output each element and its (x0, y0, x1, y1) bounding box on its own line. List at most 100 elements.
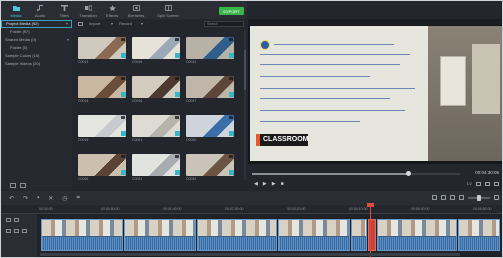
snapshot-icon[interactable] (476, 181, 481, 186)
track-header-row (1, 214, 37, 225)
previous-frame-icon[interactable]: ◀ (254, 181, 258, 187)
media-thumbnail[interactable]: C0012 (186, 37, 234, 64)
search-placeholder: Search (207, 21, 219, 26)
board-line (260, 110, 405, 111)
top-toolbar: Media Audio Titles Transition Effects El… (1, 1, 247, 19)
quality-ratio[interactable]: 1/2 (466, 181, 472, 186)
play-icon[interactable]: ▶ (263, 181, 267, 187)
timeline-ruler[interactable]: 00:00:00 00:00:50:00 00:01:40:00 00:02:30:0… (1, 205, 502, 214)
ruler-tick: 00:00:00 (39, 207, 53, 211)
add-track-icon[interactable] (6, 217, 11, 222)
thumbnail-caption: C0013 (78, 60, 89, 64)
media-thumbnail[interactable]: C0019 (78, 115, 126, 142)
thumbnail-caption: C0026 (78, 177, 89, 181)
clip-frames (125, 220, 195, 236)
delete-icon[interactable]: ▪ (37, 195, 39, 201)
tab-titles[interactable]: Titles (52, 2, 76, 19)
link-icon[interactable] (14, 217, 19, 222)
scrub-bar[interactable] (252, 171, 460, 176)
ruler-tick: 00:03:20:00 (287, 207, 306, 211)
folder-shared-subfolder[interactable]: Folder (0) (1, 44, 72, 52)
media-scrollbar[interactable] (244, 30, 246, 180)
voiceover-icon[interactable] (450, 195, 455, 200)
playhead[interactable] (370, 203, 371, 258)
export-button[interactable]: EXPORT (219, 7, 244, 15)
timeline-clip[interactable] (124, 219, 196, 251)
media-thumbnail[interactable]: C0014 (78, 76, 126, 103)
timeline-clip[interactable] (458, 219, 500, 251)
undo-icon[interactable]: ↶ (9, 195, 14, 202)
media-thumbnail[interactable]: C0016 (132, 76, 180, 103)
timeline-clip[interactable] (41, 219, 123, 251)
record-dropdown[interactable]: Record ▾ (119, 21, 143, 26)
media-thumbnail[interactable]: C0032 (186, 154, 234, 181)
tab-audio[interactable]: Audio (28, 2, 52, 19)
import-folder-icon[interactable] (20, 183, 26, 188)
thumbnail-caption: C0031 (132, 177, 143, 181)
timeline-toolbar: ↶ ↷ ▪ ✕ ◷ ⌗ (1, 191, 502, 205)
checkmark-icon (121, 53, 126, 58)
thumbnail-caption: C0016 (132, 99, 143, 103)
scrub-handle[interactable] (406, 171, 411, 176)
media-thumbnail[interactable]: C0026 (78, 154, 126, 181)
timeline-scrollbar[interactable] (40, 253, 460, 256)
new-folder-icon[interactable] (10, 183, 16, 188)
crop-icon[interactable]: ⌗ (76, 195, 79, 202)
video-type-icon (229, 77, 233, 80)
timeline-clip[interactable] (377, 219, 457, 251)
zoom-slider[interactable] (468, 194, 490, 201)
checkmark-icon (121, 170, 126, 175)
media-thumbnail[interactable]: C0021 (132, 115, 180, 142)
zoom-handle[interactable] (477, 194, 481, 201)
lock-icon[interactable] (14, 228, 19, 233)
media-thumbnail[interactable]: C0031 (132, 154, 180, 181)
elements-icon (132, 5, 140, 11)
marker-icon[interactable] (441, 195, 446, 200)
clip-frames (459, 220, 499, 236)
folder-sample-videos[interactable]: Sample Videos (20) (1, 60, 72, 68)
media-thumbnail[interactable]: C0017 (186, 76, 234, 103)
stop-icon[interactable]: ■ (281, 181, 284, 187)
timeline-clip[interactable] (278, 219, 350, 251)
scrub-progress (252, 173, 408, 175)
timeline-clip[interactable] (197, 219, 277, 251)
scrollbar-thumb[interactable] (244, 50, 246, 90)
tab-transition[interactable]: Transition (76, 2, 100, 19)
tab-effects[interactable]: Effects (100, 2, 124, 19)
folder-subfolder[interactable]: Folder (97) (1, 28, 72, 36)
timeline-clip[interactable] (351, 219, 367, 251)
video-type-icon (229, 116, 233, 119)
media-thumbnail[interactable]: C0020 (186, 115, 234, 142)
audio-mixer-icon[interactable] (459, 195, 464, 200)
eye-icon[interactable] (22, 228, 27, 233)
speed-icon[interactable]: ◷ (62, 195, 67, 202)
record-dropdown-label: Record (119, 21, 132, 26)
tab-effects-label: Effects (105, 13, 119, 18)
tab-split-screen[interactable]: Split Screen (148, 2, 188, 19)
thumbnail-image (186, 154, 234, 176)
board-line (260, 88, 415, 89)
thumbnail-image (186, 37, 234, 59)
filter-icon[interactable] (78, 21, 83, 26)
render-icon[interactable] (432, 195, 437, 200)
fullscreen-icon[interactable] (494, 181, 499, 186)
thumbnail-image (132, 76, 180, 98)
search-input[interactable]: Search (204, 20, 244, 27)
checkmark-icon (175, 92, 180, 97)
volume-icon[interactable] (485, 181, 490, 186)
tab-media[interactable]: Media (4, 2, 28, 19)
checkmark-icon (229, 53, 234, 58)
tab-elements[interactable]: Elements (124, 2, 148, 19)
media-thumbnail[interactable]: C0013 (78, 37, 126, 64)
folder-shared-media[interactable]: Shared Media (0) ▾ (1, 36, 72, 44)
import-dropdown[interactable]: Import ▾ (89, 21, 113, 26)
cut-icon[interactable]: ✕ (48, 195, 53, 202)
redo-icon[interactable]: ↷ (23, 195, 28, 202)
clip-frames (279, 220, 349, 236)
next-frame-icon[interactable]: ▶ (272, 181, 276, 187)
board-line (260, 76, 370, 77)
zoom-in-icon[interactable] (494, 195, 499, 200)
folder-sample-colors[interactable]: Sample Colors (15) (1, 52, 72, 60)
media-thumbnail[interactable]: C0015 (132, 37, 180, 64)
folder-project-media[interactable]: Project Media (92) ▾ (1, 20, 72, 28)
